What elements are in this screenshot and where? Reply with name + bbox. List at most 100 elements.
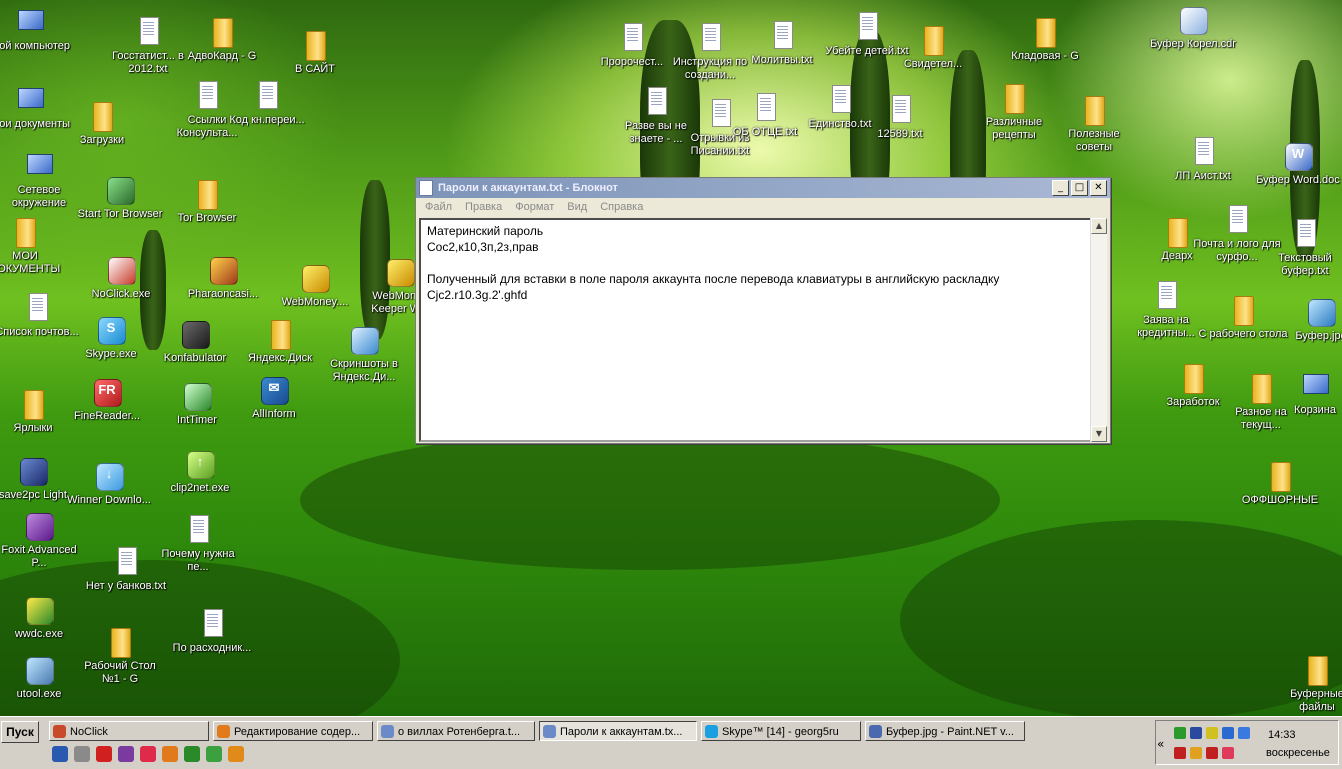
desktop-icon-app[interactable]: Буфер Корел.cdr — [1148, 4, 1238, 51]
calculator-icon[interactable] — [74, 746, 90, 762]
tray-icon[interactable] — [1174, 727, 1186, 739]
desktop-icon-app[interactable]: Pharaoncasi... — [178, 254, 268, 301]
desktop-icon-app[interactable]: ✉ AllInform — [229, 374, 319, 421]
desktop-icon-app[interactable]: S Skype.exe — [66, 314, 156, 361]
show-desktop-icon[interactable] — [52, 746, 68, 762]
casino-icon — [207, 254, 239, 286]
title-bar[interactable]: Пароли к аккаунтам.txt - Блокнот _ □ ✕ — [416, 178, 1110, 198]
globe-icon — [104, 174, 136, 206]
webmoney-icon — [299, 262, 331, 294]
text-content[interactable]: Материнский пароль Сос2,к10,3п,2з,прав П… — [421, 220, 1092, 306]
foxit-icon[interactable] — [118, 746, 134, 762]
folder-icon — [299, 29, 331, 61]
webmoney-keeper-icon — [384, 256, 416, 288]
desktop-icon-app[interactable]: Konfabulator — [150, 318, 240, 365]
scroll-up-button[interactable]: ▲ — [1091, 218, 1107, 234]
desktop-icon-txt-file[interactable]: Молитвы.txt — [737, 20, 827, 67]
desktop-icon-folder[interactable]: Буферные файлы — [1272, 654, 1342, 714]
desktop-icon-app[interactable]: ↓ Winner Downlo... — [64, 460, 154, 507]
taskbar-button-paintnet[interactable]: Буфер.jpg - Paint.NET v... — [865, 721, 1025, 741]
desktop-icon-txt-file[interactable]: ЛП Аист.txt — [1158, 136, 1248, 183]
text-file-icon — [196, 608, 228, 640]
tray-icon[interactable] — [1190, 747, 1202, 759]
desktop-icon-app[interactable]: wwdc.exe — [0, 594, 84, 641]
taskbar-button-skype[interactable]: Skype™ [14] - georg5ru — [701, 721, 861, 741]
clock[interactable]: 14:33 — [1268, 729, 1296, 741]
desktop-icon-folder[interactable]: ОФФШОРНЫЕ — [1235, 460, 1325, 507]
desktop-icon-app[interactable]: W Буфер Word.doc — [1253, 140, 1342, 187]
desktop-icon-recycle-bin[interactable]: Корзина — [1270, 370, 1342, 417]
notepad-icon — [419, 180, 433, 196]
desktop-icon-folder[interactable]: Полезные советы — [1049, 94, 1139, 154]
menu-view[interactable]: Вид — [567, 201, 587, 213]
desktop-icon-app[interactable]: WebMoney.... — [270, 262, 360, 309]
desktop-icon-folder[interactable]: Tor Browser — [162, 178, 252, 225]
folder-icon — [917, 24, 949, 56]
desktop-icon-app[interactable]: Скриншоты в Яндекс.Ди... — [319, 324, 409, 384]
desktop-icon-folder[interactable]: МОИ ДОКУМЕНТЫ — [0, 216, 70, 276]
tray-icon[interactable] — [1222, 747, 1234, 759]
foxit-icon — [23, 510, 55, 542]
minimize-button[interactable]: _ — [1052, 180, 1069, 196]
desktop-icon-folder[interactable]: Загрузки — [57, 100, 147, 147]
taskbar-button-browser[interactable]: Редактирование содер... — [213, 721, 373, 741]
tray-icon[interactable] — [1190, 727, 1202, 739]
yandex-icon[interactable] — [96, 746, 112, 762]
desktop-icon-folder[interactable]: В САЙТ — [270, 29, 360, 76]
desktop-icon-folder[interactable]: Свидетел... — [888, 24, 978, 71]
app-icon[interactable] — [140, 746, 156, 762]
folder-icon — [1161, 216, 1193, 248]
desktop-icon-txt-file[interactable]: Нет у банков.txt — [81, 546, 171, 593]
app-icon[interactable] — [184, 746, 200, 762]
desktop-icon-txt-file[interactable]: 12589.txt — [855, 94, 945, 141]
desktop-icon-folder[interactable]: АдвоКард - G — [177, 16, 267, 63]
maximize-button[interactable]: □ — [1071, 180, 1088, 196]
desktop-icon-app[interactable]: ↑ clip2net.exe — [155, 448, 245, 495]
desktop-icon-folder[interactable]: Рабочий Стол №1 - G — [75, 626, 165, 686]
day-of-week: воскресенье — [1266, 747, 1330, 759]
desktop-icon-txt-file[interactable]: Текстовый буфер.txt — [1260, 218, 1342, 278]
vertical-scrollbar[interactable]: ▲ ▼ — [1090, 218, 1107, 442]
taskbar-button-notepad-passwords[interactable]: Пароли к аккаунтам.tx... — [539, 721, 697, 741]
text-file-icon — [1150, 280, 1182, 312]
menu-help[interactable]: Справка — [600, 201, 643, 213]
network-icon[interactable] — [1238, 727, 1250, 739]
network-icon[interactable] — [1222, 727, 1234, 739]
desktop-icon-app[interactable]: Foxit Advanced P... — [0, 510, 84, 570]
tray-icon[interactable] — [1174, 747, 1186, 759]
desktop-icon-txt-file[interactable]: Пророчест... — [587, 22, 677, 69]
desktop-icon-txt-file[interactable]: Код кн.переи... — [222, 80, 312, 127]
taskbar-button-notepad-villas[interactable]: о виллах Ротенберга.t... — [377, 721, 535, 741]
download-arrow-icon: ↓ — [93, 460, 125, 492]
desktop-icon-app[interactable]: Буфер.jpg — [1276, 296, 1342, 343]
folder-icon — [9, 216, 41, 248]
text-file-icon — [884, 94, 916, 126]
chrome-icon[interactable] — [206, 746, 222, 762]
scroll-down-button[interactable]: ▼ — [1091, 426, 1107, 442]
menu-edit[interactable]: Правка — [465, 201, 502, 213]
notepad-window[interactable]: Пароли к аккаунтам.txt - Блокнот _ □ ✕ Ф… — [415, 177, 1111, 444]
odnoklassniki-icon[interactable] — [228, 746, 244, 762]
desktop-icon-app[interactable]: FR FineReader... — [62, 376, 152, 423]
mail-icon: ✉ — [258, 374, 290, 406]
folder-icon — [1078, 94, 1110, 126]
start-button[interactable]: Пуск — [1, 721, 39, 743]
desktop-icon-folder[interactable]: С рабочего стола — [1198, 294, 1288, 341]
warning-icon[interactable] — [1206, 747, 1218, 759]
menu-format[interactable]: Формат — [515, 201, 554, 213]
desktop-icon-folder[interactable]: Различные рецепты — [969, 82, 1059, 142]
desktop-icon-folder[interactable]: Кладовая - G — [1000, 16, 1090, 63]
taskbar-button-noclick[interactable]: NoClick — [49, 721, 209, 741]
desktop-icon-my-computer[interactable]: Мой компьютер — [0, 6, 75, 53]
close-button[interactable]: ✕ — [1090, 180, 1107, 196]
desktop-icon-txt-file[interactable]: По расходник... — [167, 608, 257, 655]
text-editor[interactable]: Материнский пароль Сос2,к10,3п,2з,прав П… — [419, 218, 1094, 442]
menu-file[interactable]: Файл — [425, 201, 452, 213]
desktop-icon-network[interactable]: Сетевое окружение — [0, 150, 84, 210]
desktop-icon-app[interactable]: Start Tor Browser — [75, 174, 165, 221]
tray-icon[interactable] — [1206, 727, 1218, 739]
firefox-icon[interactable] — [162, 746, 178, 762]
desktop-icon-app[interactable]: NoClick.exe — [76, 254, 166, 301]
desktop-icon-app[interactable]: utool.exe — [0, 654, 84, 701]
desktop-icon-folder[interactable]: Яндекс.Диск — [235, 318, 325, 365]
